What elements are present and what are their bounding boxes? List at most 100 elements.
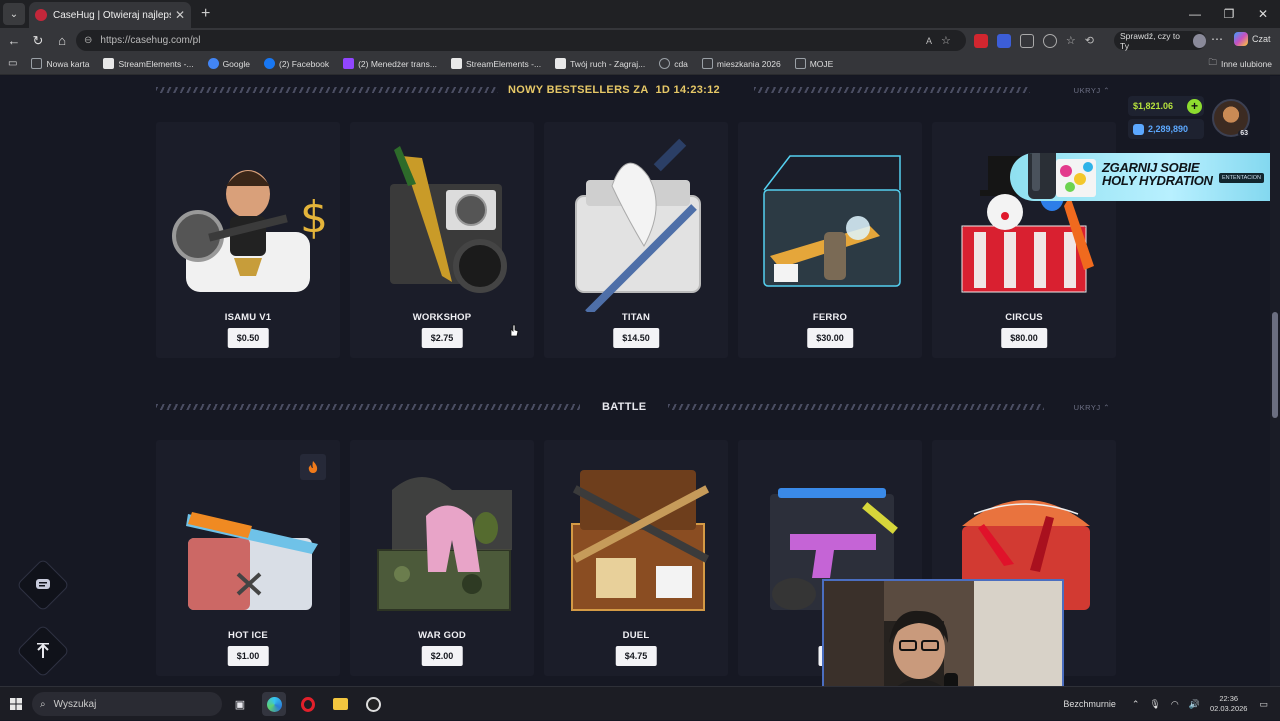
bookmark-item[interactable]: StreamElements -... (103, 58, 194, 69)
maximize-window-button[interactable]: ❐ (1212, 0, 1246, 28)
scrollbar-thumb[interactable] (1272, 312, 1278, 418)
bookmark-item[interactable]: cda (659, 58, 688, 69)
clock-time: 22:36 (1219, 694, 1239, 703)
streamelements-icon (103, 58, 115, 69)
case-card[interactable]: TITAN $14.50 (544, 122, 728, 358)
task-view-icon[interactable]: ▣ (228, 692, 252, 716)
browser-tab-bar: ⌄ CaseHug | Otwieraj najlepsze skrz… ✕ +… (0, 0, 1280, 28)
clock-date: 02.03.2026 (1209, 704, 1248, 713)
history-icon[interactable]: ⟲ (1085, 34, 1094, 47)
streamer-webcam-image (824, 581, 1062, 686)
shield-extension-icon[interactable] (996, 33, 1011, 48)
windows-start-icon[interactable] (10, 698, 22, 710)
chat-button[interactable] (16, 558, 70, 612)
page-icon (31, 58, 43, 69)
hide-bestsellers-button[interactable]: UKRYJ ⌃ (1074, 86, 1110, 95)
bookmark-label: (2) Facebook (278, 58, 330, 69)
favorites-icon[interactable]: ☆ (1066, 34, 1076, 47)
address-bar[interactable]: ⊖ https://casehug.com/pl (76, 30, 966, 51)
back-button[interactable]: ← (2, 33, 26, 48)
file-explorer-taskbar-icon[interactable] (328, 692, 352, 716)
bookmark-item[interactable]: StreamElements -... (450, 58, 541, 69)
browser-essentials-icon[interactable] (1042, 33, 1057, 48)
taskbar-search-box[interactable]: ⌕ Wyszukaj (32, 692, 222, 716)
copilot-icon (1234, 32, 1248, 46)
case-card[interactable]: FERRO $30.00 (738, 122, 922, 358)
coins-display[interactable]: 2,289,890 (1128, 119, 1204, 139)
bookmark-item[interactable]: mieszkania 2026 (701, 58, 781, 69)
bookmarks-bar: ▭ Nowa karta StreamElements -... Google (2)… (0, 53, 1280, 75)
holy-hydration-promo-banner[interactable]: ZGARNIJ SOBIE HOLY HYDRATION ENTENTACION (1010, 153, 1278, 201)
weather-label[interactable]: Bezchmurnie (1063, 699, 1116, 709)
notifications-icon[interactable]: ▭ (1259, 699, 1268, 710)
bestsellers-title-prefix: NOWY BESTSELLERS ZA (508, 84, 649, 96)
case-price-button[interactable]: $0.50 (227, 328, 269, 348)
browser-tab-casehug[interactable]: CaseHug | Otwieraj najlepsze skrz… ✕ (29, 2, 191, 28)
case-price-button[interactable]: $2.00 (421, 646, 463, 666)
sidebar-toggle-icon[interactable]: ▭ (8, 58, 17, 69)
case-card[interactable]: $ ISAMU V1 $0.50 (156, 122, 340, 358)
hide-label: UKRYJ (1073, 402, 1101, 412)
new-tab-button[interactable]: + (201, 5, 210, 23)
reload-button[interactable]: ↻ (26, 33, 50, 49)
copilot-label: Czat (1252, 34, 1271, 44)
microphone-icon[interactable]: 🎙 (1149, 699, 1160, 710)
minimize-window-button[interactable]: — (1178, 0, 1212, 28)
close-icon[interactable]: ✕ (175, 8, 185, 22)
case-price-button[interactable]: $30.00 (807, 328, 853, 348)
bookmark-item[interactable]: MOJE (794, 58, 833, 69)
folder-icon (794, 58, 806, 69)
case-name: HOT ICE (228, 630, 268, 641)
tab-actions-menu-button[interactable]: ⌄ (3, 3, 25, 25)
bookmark-item[interactable]: Nowa karta (31, 58, 89, 69)
stripe-decoration (156, 404, 580, 410)
more-menu-icon[interactable]: ⋯ (1211, 32, 1223, 46)
edge-taskbar-icon[interactable] (262, 692, 286, 716)
stripe-decoration (753, 87, 1030, 93)
case-card[interactable]: HOT ICE $1.00 (156, 440, 340, 676)
coin-shield-icon (1133, 123, 1144, 135)
extensions-puzzle-icon[interactable] (1019, 33, 1034, 48)
bookmark-item[interactable]: (2) Menedżer trans... (343, 58, 437, 69)
adblock-extension-icon[interactable] (973, 33, 988, 48)
system-tray: Bezchmurnie ⌃ 🎙 ◠ 🔊 22:36 02.03.2026 ▭ (1063, 687, 1280, 721)
case-card[interactable]: WAR GOD $2.00 (350, 440, 534, 676)
case-name: DUEL (622, 630, 650, 641)
user-avatar[interactable]: 63 (1212, 99, 1250, 137)
close-window-button[interactable]: ✕ (1246, 0, 1280, 28)
hide-battle-button[interactable]: UKRYJ ⌃ (1074, 403, 1110, 412)
case-price-button[interactable]: $1.00 (227, 646, 269, 666)
favorite-star-icon[interactable]: ☆ (941, 34, 951, 47)
read-aloud-icon[interactable]: A (926, 36, 932, 46)
bookmark-item[interactable]: Google (207, 58, 250, 69)
case-price-button[interactable]: $4.75 (615, 646, 657, 666)
wifi-icon[interactable]: ◠ (1171, 699, 1179, 710)
bookmark-item[interactable]: (2) Facebook (263, 58, 330, 69)
case-price-button[interactable]: $2.75 (421, 328, 463, 348)
stripe-decoration (668, 404, 1045, 410)
profile-signin-button[interactable]: Sprawdź, czy to Ty (1114, 31, 1206, 51)
case-price-button[interactable]: $80.00 (1001, 328, 1047, 348)
deposit-plus-button[interactable]: + (1187, 98, 1202, 114)
scroll-to-top-button[interactable] (16, 624, 70, 678)
volume-icon[interactable]: 🔊 (1189, 699, 1200, 710)
show-hidden-icons-icon[interactable]: ⌃ (1132, 699, 1140, 710)
case-card[interactable]: WORKSHOP $2.75 (350, 122, 534, 358)
taskbar-clock[interactable]: 22:36 02.03.2026 (1210, 694, 1248, 714)
home-button[interactable]: ⌂ (50, 33, 74, 48)
other-bookmarks-folder[interactable]: 🗀 Inne ulubione (1208, 57, 1272, 71)
copilot-button[interactable]: Czat (1234, 32, 1271, 46)
site-info-icon[interactable]: ⊖ (84, 35, 92, 46)
user-level-badge: 63 (1238, 130, 1250, 137)
bookmark-item[interactable]: Twój ruch - Zagraj... (555, 58, 645, 69)
coins-amount: 2,289,890 (1148, 124, 1189, 134)
arrow-up-icon (37, 643, 49, 658)
case-card[interactable]: DUEL $4.75 (544, 440, 728, 676)
case-price-button[interactable]: $14.50 (613, 328, 659, 348)
case-name: WORKSHOP (412, 312, 472, 323)
obs-taskbar-icon[interactable] (361, 692, 385, 716)
balance-display[interactable]: $1,821.06 + (1128, 96, 1204, 116)
ruch-icon (555, 58, 567, 69)
opera-taskbar-icon[interactable] (296, 692, 320, 716)
page-scrollbar[interactable] (1270, 76, 1280, 686)
